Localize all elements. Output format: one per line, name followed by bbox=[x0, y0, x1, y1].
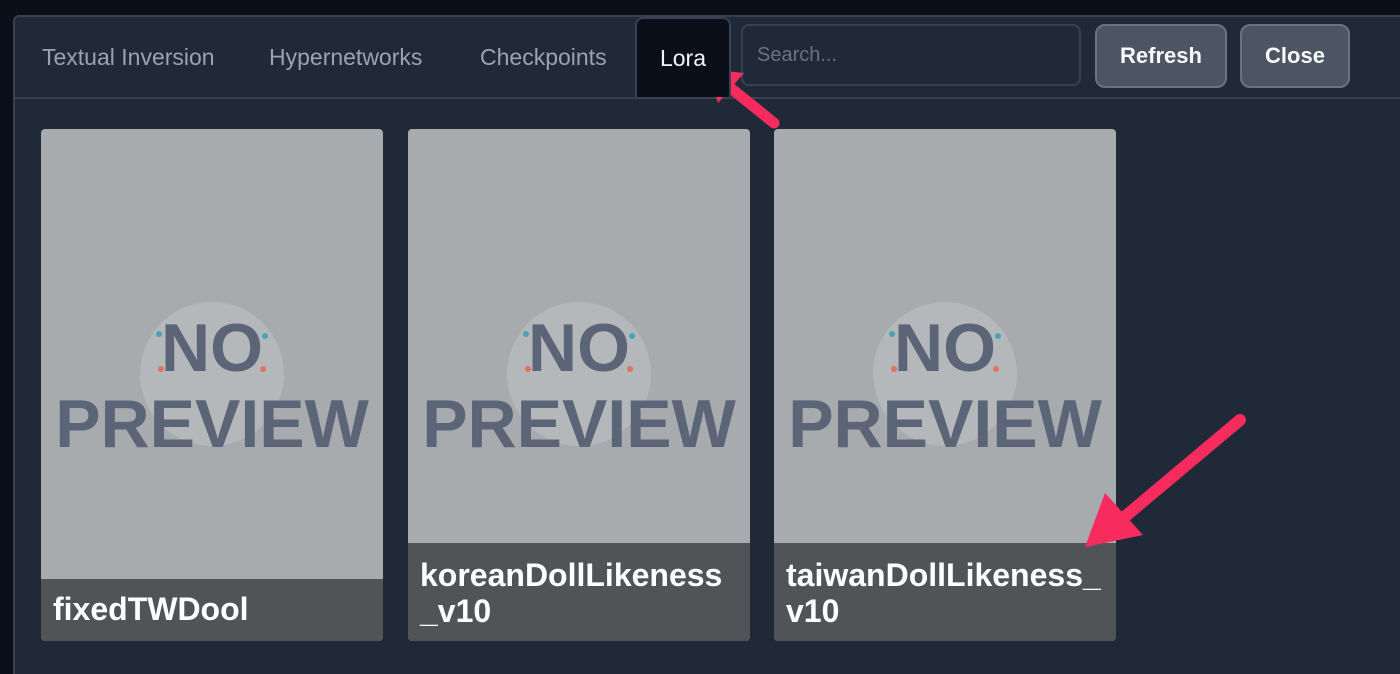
no-preview-text: NO bbox=[528, 310, 630, 386]
no-preview-text: PREVIEW bbox=[422, 386, 736, 462]
no-preview-text: NO bbox=[894, 310, 996, 386]
lora-card[interactable]: NO PREVIEW koreanDollLikeness_v10 bbox=[408, 129, 750, 641]
extra-networks-page: Textual Inversion Hypernetworks Checkpoi… bbox=[0, 0, 1400, 674]
no-preview-text: PREVIEW bbox=[55, 386, 369, 462]
card-name: fixedTWDool bbox=[41, 579, 383, 641]
lora-card[interactable]: NO PREVIEW taiwanDollLikeness_v10 bbox=[774, 129, 1116, 641]
card-name: koreanDollLikeness_v10 bbox=[408, 543, 750, 641]
refresh-button[interactable]: Refresh bbox=[1095, 24, 1227, 88]
tab-textual-inversion[interactable]: Textual Inversion bbox=[42, 17, 215, 97]
tab-lora[interactable]: Lora bbox=[635, 17, 731, 97]
no-preview-text: NO bbox=[161, 310, 263, 386]
no-preview-image: NO PREVIEW bbox=[41, 129, 383, 641]
tab-bar: Textual Inversion Hypernetworks Checkpoi… bbox=[15, 17, 1400, 99]
card-name: taiwanDollLikeness_v10 bbox=[774, 543, 1116, 641]
search-input[interactable] bbox=[741, 24, 1081, 86]
lora-card[interactable]: NO PREVIEW fixedTWDool bbox=[41, 129, 383, 641]
close-button[interactable]: Close bbox=[1240, 24, 1350, 88]
extra-networks-panel: Textual Inversion Hypernetworks Checkpoi… bbox=[13, 15, 1400, 674]
tab-checkpoints[interactable]: Checkpoints bbox=[480, 17, 607, 97]
tab-hypernetworks[interactable]: Hypernetworks bbox=[269, 17, 422, 97]
no-preview-text: PREVIEW bbox=[788, 386, 1102, 462]
